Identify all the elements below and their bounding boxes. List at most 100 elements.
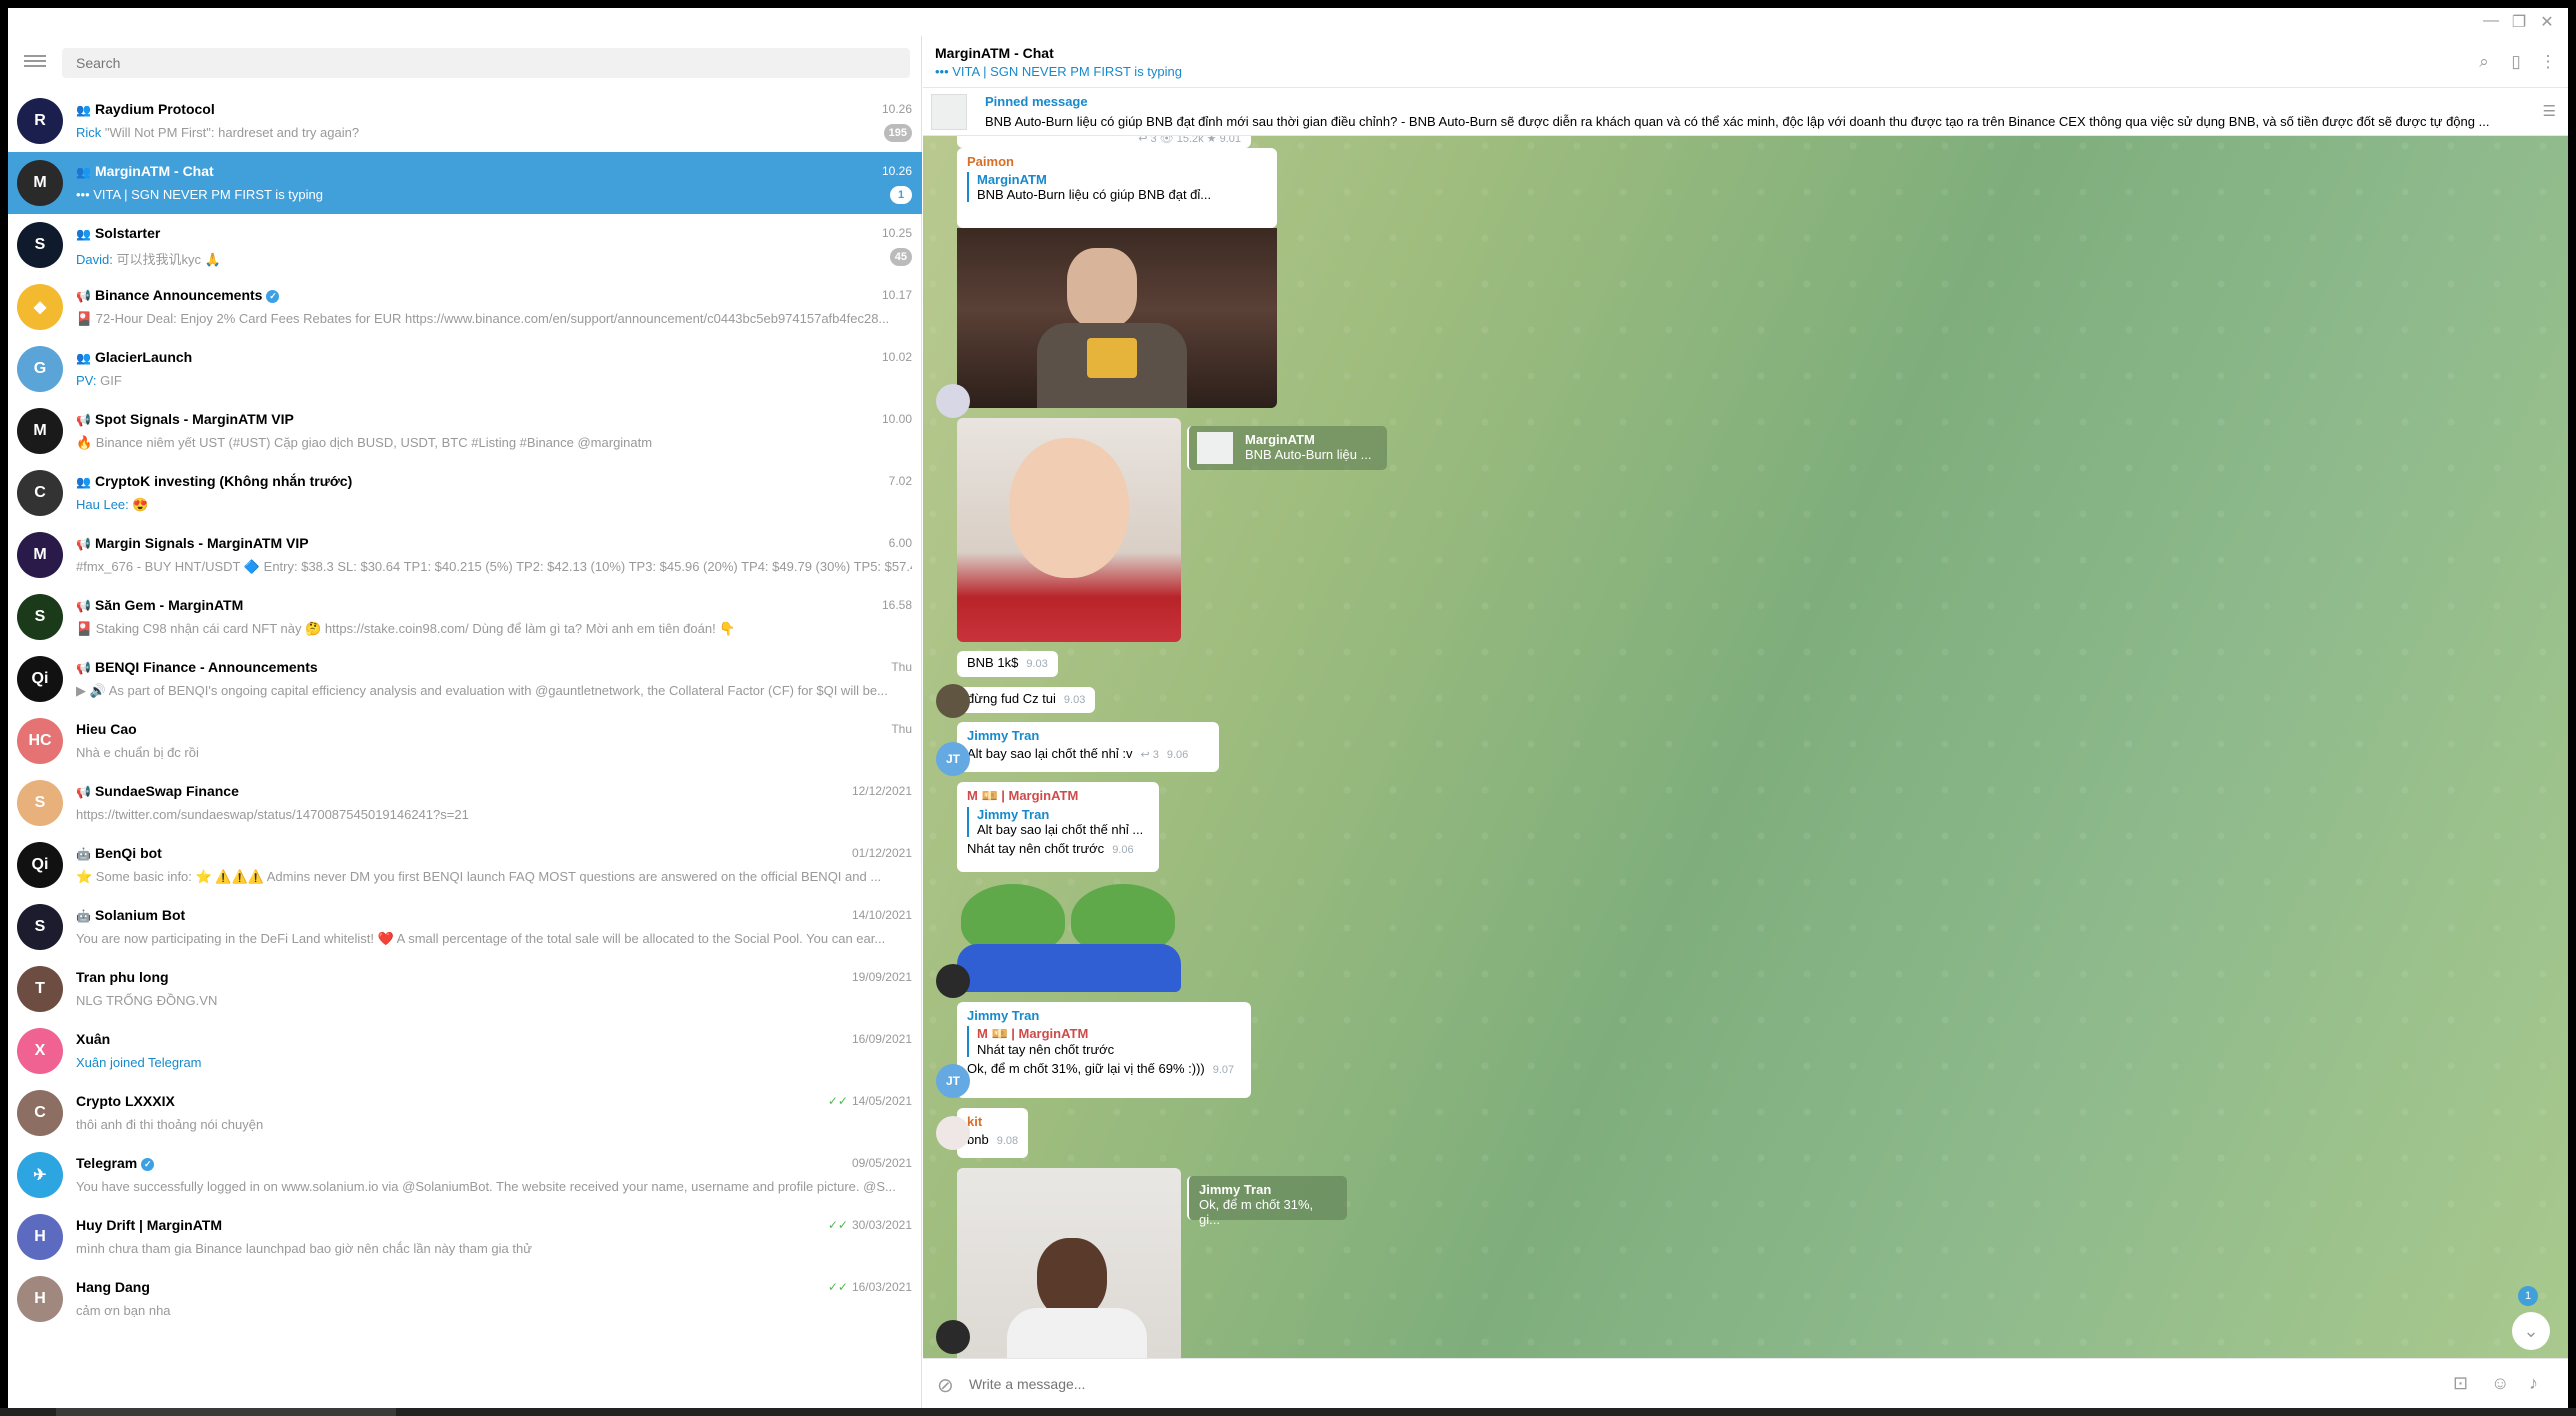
reply-quote[interactable]: MarginATM BNB Auto-Burn liệu có giúp BNB… <box>967 172 1267 202</box>
chat-list-item[interactable]: Qi 📢 BENQI Finance - Announcements ▶ 🔊 As p… <box>8 648 922 710</box>
chat-time: Thu <box>891 722 912 736</box>
bot-commands-icon[interactable]: ⊡ <box>2453 1373 2468 1394</box>
message-bubble[interactable]: BNB 1k$ 9.03 <box>957 651 1058 677</box>
message-bubble[interactable]: Paimon MarginATM BNB Auto-Burn liệu có g… <box>957 148 1277 228</box>
reply-quote[interactable]: Jimmy Tran Alt bay sao lại chốt thế nhỉ … <box>967 807 1149 837</box>
preview-text: NLG TRỐNG ĐỒNG.VN <box>76 993 218 1008</box>
chat-name-text: CryptoK investing (Không nhắn trước) <box>94 473 353 489</box>
chat-list-item[interactable]: Qi 🤖 BenQi bot ⭐ Some basic info: ⭐ ⚠️⚠️⚠️ … <box>8 834 922 896</box>
chat-name: 🤖 BenQi bot <box>76 845 162 861</box>
preview-text: cảm ơn bạn nha <box>76 1303 171 1318</box>
chat-time-text: 14/10/2021 <box>851 908 912 922</box>
person-face <box>1037 1238 1107 1318</box>
message-input[interactable] <box>969 1369 2369 1399</box>
chat-list-item[interactable]: ✈ Telegram ✓ You have successfully logged i… <box>8 1144 922 1206</box>
search-input[interactable] <box>62 48 910 78</box>
close-icon[interactable]: ✕ <box>2536 12 2558 32</box>
chat-preview: Nhà e chuẩn bị đc rồi <box>76 745 912 760</box>
chat-list-item[interactable]: M 📢 Margin Signals - MarginATM VIP #fmx_676… <box>8 524 922 586</box>
chat-name: 👥 MarginATM - Chat <box>76 163 214 179</box>
chat-list-item[interactable]: S 👥 Solstarter David: 可以找我讥kyc 🙏 10.25 45 <box>8 214 922 276</box>
chat-preview: ▶ 🔊 As part of BENQI's ongoing capital e… <box>76 683 912 699</box>
taskbar-item[interactable] <box>56 1408 396 1416</box>
chat-list-item[interactable]: G 👥 GlacierLaunch PV: GIF 10.02 <box>8 338 922 400</box>
microphone-icon[interactable]: ♪ <box>2529 1373 2538 1394</box>
chat-list-item[interactable]: M 📢 Spot Signals - MarginATM VIP 🔥 Binance … <box>8 400 922 462</box>
chat-list-item[interactable]: S 📢 SundaeSwap Finance https://twitter.com/… <box>8 772 922 834</box>
scroll-down-button[interactable]: ⌄ <box>2512 1312 2550 1350</box>
chat-name: 📢 Margin Signals - MarginATM VIP <box>76 535 309 551</box>
pepe-sticker[interactable] <box>957 882 1181 992</box>
chat-list-item[interactable]: HC Hieu Cao Nhà e chuẩn bị đc rồi Thu <box>8 710 922 772</box>
chat-list-item[interactable]: R 👥 Raydium Protocol Rick "Will Not PM Firs… <box>8 90 922 152</box>
conversation-header: MarginATM - Chat ••• VITA | SGN NEVER PM… <box>923 36 2568 88</box>
minimize-icon[interactable]: — <box>2480 12 2502 30</box>
message-text: BNB 1k$ <box>967 655 1019 670</box>
avatar[interactable] <box>936 1320 970 1354</box>
message-area[interactable]: ↩ 3 👁 15.2k ★ 9.01 Paimon MarginATM BNB … <box>923 136 2568 1358</box>
message-text: bnb <box>967 1132 989 1147</box>
chat-list-item[interactable]: C Crypto LXXXIX thôi anh đi thi thoảng nói… <box>8 1082 922 1144</box>
emoji-icon[interactable]: ☺ <box>2491 1373 2509 1394</box>
message-bubble[interactable]: Jimmy Tran Alt bay sao lại chốt thế nhỉ … <box>957 722 1219 772</box>
message-bubble[interactable]: Jimmy Tran M 💴 | MarginATM Nhát tay nên … <box>957 1002 1251 1098</box>
avatar[interactable] <box>936 1116 970 1150</box>
message-sender[interactable]: Jimmy Tran <box>967 728 1209 743</box>
group-icon: 👥 <box>76 351 91 365</box>
avatar[interactable] <box>936 684 970 718</box>
chat-name: 👥 GlacierLaunch <box>76 349 192 365</box>
chat-name: 👥 Raydium Protocol <box>76 101 215 117</box>
message-bubble[interactable]: ↩ 3 👁 15.2k ★ 9.01 <box>957 136 1251 148</box>
search-icon[interactable]: ⌕ <box>2474 52 2494 72</box>
photo-image[interactable] <box>957 418 1181 642</box>
message-sender[interactable]: M 💴 | MarginATM <box>967 788 1149 804</box>
message-sender[interactable]: kit <box>967 1114 1018 1129</box>
message-text: đừng fud Cz tui <box>967 691 1056 706</box>
pinned-message-bar[interactable]: Pinned message BNB Auto-Burn liệu có giú… <box>923 88 2568 136</box>
chat-list-item[interactable]: C 👥 CryptoK investing (Không nhắn trước) Ha… <box>8 462 922 524</box>
message-sender[interactable]: Jimmy Tran <box>967 1008 1241 1023</box>
chat-name: Crypto LXXXIX <box>76 1093 175 1109</box>
chat-name-text: Binance Announcements <box>94 287 263 303</box>
chat-preview: Rick "Will Not PM First": hardreset and … <box>76 125 912 140</box>
chat-list-item[interactable]: T Tran phu long NLG TRỐNG ĐỒNG.VN 19/09/202… <box>8 958 922 1020</box>
avatar: T <box>17 966 63 1012</box>
forwarded-reply-card[interactable]: Jimmy Tran Ok, để m chốt 31%, gi... <box>1187 1176 1347 1227</box>
chat-name: Xuân <box>76 1031 110 1047</box>
chat-time: 10.17 <box>882 288 912 302</box>
chat-time-text: 30/03/2021 <box>851 1218 912 1232</box>
chat-list-item[interactable]: M 👥 MarginATM - Chat ••• VITA | SGN NEVER P… <box>8 152 922 214</box>
hamburger-menu-icon[interactable] <box>24 52 46 72</box>
maximize-icon[interactable]: ❐ <box>2508 12 2530 32</box>
chat-list-item[interactable]: H Huy Drift | MarginATM mình chưa tham gia… <box>8 1206 922 1268</box>
forwarded-reply-card[interactable]: MarginATM BNB Auto-Burn liệu ... <box>1187 426 1387 470</box>
chat-list-item[interactable]: S 🤖 Solanium Bot You are now participating … <box>8 896 922 958</box>
chat-list-item[interactable]: X Xuân Xuân joined Telegram 16/09/2021 <box>8 1020 922 1082</box>
paperclip-icon[interactable]: ⊘ <box>937 1373 954 1398</box>
gif-image[interactable] <box>957 1168 1181 1358</box>
reply-count[interactable]: ↩ 3 <box>1140 749 1158 761</box>
chat-list-item[interactable]: ◆ 📢 Binance Announcements ✓ 🎴 72-Hour Deal: … <box>8 276 922 338</box>
chat-list-item[interactable]: H Hang Dang cảm ơn bạn nha ✓✓ 16/03/2021 <box>8 1268 922 1330</box>
channel-icon: 📢 <box>76 289 91 303</box>
chat-title[interactable]: MarginATM - Chat <box>935 45 1054 61</box>
avatar[interactable] <box>936 384 970 418</box>
chat-list-item[interactable]: S 📢 Săn Gem - MarginATM 🎴 Staking C98 nhận … <box>8 586 922 648</box>
chat-name: Tran phu long <box>76 969 169 985</box>
message-bubble[interactable]: M 💴 | MarginATM Jimmy Tran Alt bay sao l… <box>957 782 1159 872</box>
pinned-list-icon[interactable]: ☰ <box>2543 102 2556 120</box>
avatar: ✈ <box>17 1152 63 1198</box>
message-time: 9.03 <box>1063 694 1086 706</box>
avatar[interactable]: JT <box>936 1064 970 1098</box>
avatar[interactable]: JT <box>936 742 970 776</box>
message-sender[interactable]: Paimon <box>967 154 1267 169</box>
chat-name: 👥 Solstarter <box>76 225 160 241</box>
message-bubble[interactable]: đừng fud Cz tui 9.03 <box>957 687 1096 713</box>
more-options-icon[interactable]: ⋮ <box>2538 52 2558 72</box>
chat-name-text: GlacierLaunch <box>94 349 193 365</box>
reply-quote[interactable]: M 💴 | MarginATM Nhát tay nên chốt trước <box>967 1026 1241 1057</box>
avatar[interactable] <box>936 964 970 998</box>
preview-text: mình chưa tham gia Binance launchpad bao… <box>76 1241 532 1256</box>
gif-image[interactable] <box>957 228 1277 408</box>
sidebar-toggle-icon[interactable]: ▯ <box>2506 52 2526 72</box>
